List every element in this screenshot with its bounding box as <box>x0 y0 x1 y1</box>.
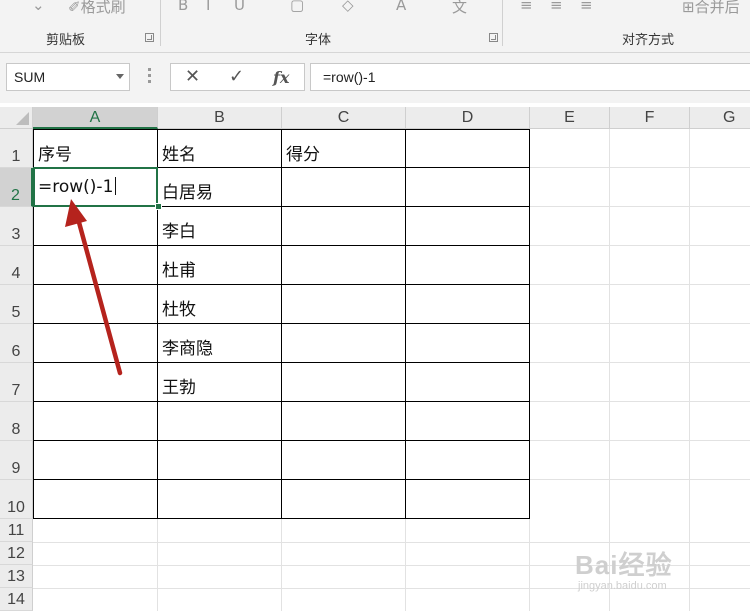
name-box[interactable]: SUM <box>6 63 130 91</box>
fill-color-button[interactable]: ◇ <box>342 0 354 14</box>
merge-center-button[interactable]: ⊞合并后 <box>682 0 740 17</box>
arrow-head <box>65 199 87 227</box>
formula-text: =row()-1 <box>323 69 376 85</box>
dropdown-chevron-icon[interactable]: ⌄ <box>32 0 45 14</box>
row-header-10[interactable]: 10 <box>0 480 33 519</box>
row-header-6[interactable]: 6 <box>0 324 33 363</box>
row-header-4[interactable]: 4 <box>0 246 33 285</box>
align-top-button[interactable]: ≡ <box>520 0 533 14</box>
formula-input[interactable]: =row()-1 <box>310 63 750 91</box>
column-header-e[interactable]: E <box>530 107 610 129</box>
insert-function-button[interactable]: fx <box>273 68 289 87</box>
alignment-group-label: 对齐方式 <box>622 33 675 48</box>
font-color-button[interactable]: A <box>396 0 406 14</box>
row-header-2[interactable]: 2 <box>0 168 33 207</box>
column-header-g[interactable]: G <box>690 107 750 129</box>
enter-icon[interactable]: ✓ <box>229 66 244 87</box>
watermark-url: jingyan.baidu.com <box>578 580 667 592</box>
formula-buttons: ✕ ✓ fx <box>170 63 305 91</box>
clipboard-group-label: 剪贴板 <box>46 33 86 48</box>
cell-grid[interactable]: 序号 姓名 得分 =row()-1 白居易 李白 杜甫 杜牧 李商隐 王勃 <box>33 129 750 611</box>
phonetic-button[interactable]: 文 <box>452 0 467 17</box>
font-group-label: 字体 <box>305 33 332 48</box>
cell-c1[interactable]: 得分 <box>286 140 320 165</box>
brush-icon: ✐ <box>68 0 81 16</box>
column-header-f[interactable]: F <box>610 107 690 129</box>
italic-button[interactable]: I <box>206 0 210 14</box>
row-header-5[interactable]: 5 <box>0 285 33 324</box>
row-header-7[interactable]: 7 <box>0 363 33 402</box>
column-header-d[interactable]: D <box>406 107 530 129</box>
format-painter-button[interactable]: ✐格式刷 <box>68 0 126 17</box>
select-all-button[interactable] <box>0 107 33 129</box>
row-header-13[interactable]: 13 <box>0 565 33 588</box>
formula-bar: SUM ✕ ✓ fx =row()-1 <box>0 53 750 103</box>
cancel-icon[interactable]: ✕ <box>185 66 200 87</box>
borders-button[interactable]: ▢ <box>290 0 304 14</box>
ribbon: ⌄ ✐格式刷 B I U ▢ ◇ A 文 ≡ ≡ ≡ ⊞合并后 剪贴板 字体 对… <box>0 0 750 53</box>
column-header-c[interactable]: C <box>282 107 406 129</box>
row-header-8[interactable]: 8 <box>0 402 33 441</box>
row-header-11[interactable]: 11 <box>0 519 33 542</box>
align-middle-button[interactable]: ≡ <box>550 0 563 14</box>
name-box-value: SUM <box>14 69 46 85</box>
merge-icon: ⊞ <box>682 0 695 16</box>
column-header-a[interactable]: A <box>33 107 158 129</box>
bold-button[interactable]: B <box>178 0 188 14</box>
column-header-b[interactable]: B <box>158 107 282 129</box>
formula-bar-grip-icon[interactable] <box>148 68 151 86</box>
font-launcher-icon[interactable] <box>489 33 498 42</box>
row-header-12[interactable]: 12 <box>0 542 33 565</box>
underline-button[interactable]: U <box>234 0 245 14</box>
annotation-arrow <box>65 199 123 376</box>
row-header-14[interactable]: 14 <box>0 588 33 611</box>
align-bottom-button[interactable]: ≡ <box>580 0 593 14</box>
row-header-3[interactable]: 3 <box>0 207 33 246</box>
clipboard-launcher-icon[interactable] <box>145 33 154 42</box>
arrow-shaft <box>74 212 123 376</box>
row-header-9[interactable]: 9 <box>0 441 33 480</box>
watermark-logo: Bai经验 <box>575 550 673 580</box>
row-header-1[interactable]: 1 <box>0 129 33 168</box>
name-box-dropdown-icon[interactable] <box>116 74 124 79</box>
